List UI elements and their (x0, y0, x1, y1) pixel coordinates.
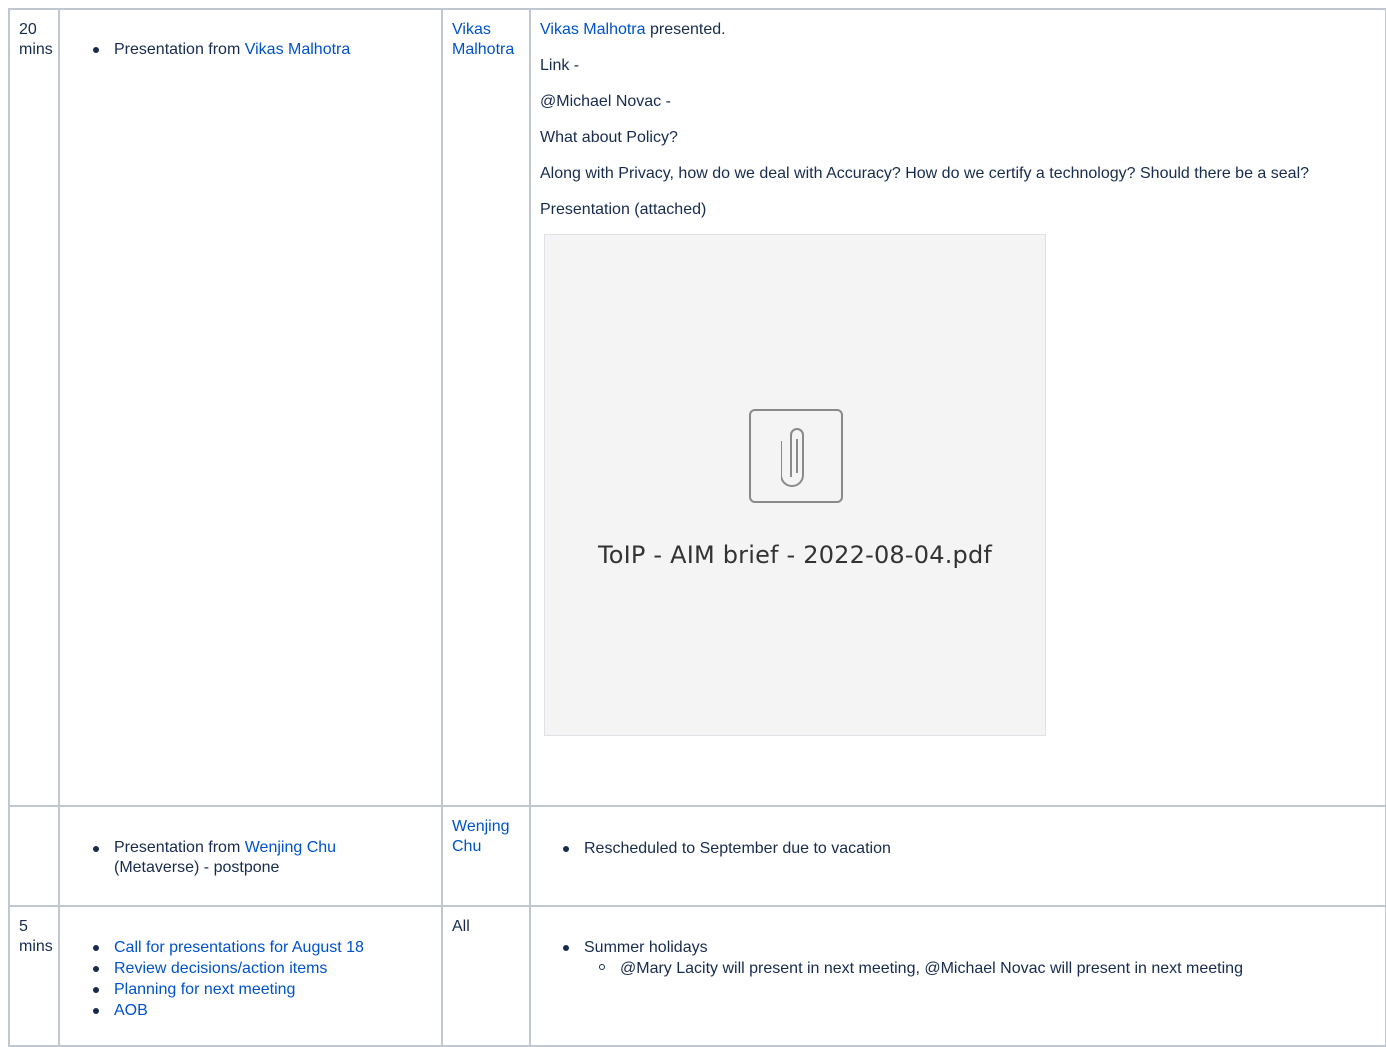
notes-list: Summer holidays @Mary Lacity will presen… (531, 937, 1385, 979)
list-item: Call for presentations for August 18 (93, 937, 441, 958)
time-value: 5 mins (19, 918, 53, 955)
who-link[interactable]: Vikas Malhotra (452, 21, 514, 58)
presenter-link[interactable]: Wenjing Chu (245, 839, 336, 856)
item-list: Call for presentations for August 18 Rev… (60, 937, 441, 1021)
list-item: Presentation from Wenjing Chu (Metaverse… (93, 838, 441, 878)
item-text: Presentation from (114, 839, 245, 856)
attachment-preview[interactable]: ToIP - AIM brief - 2022-08-04.pdf (544, 234, 1046, 736)
item-cell: Call for presentations for August 18 Rev… (58, 905, 443, 1047)
sub-list: @Mary Lacity will present in next meetin… (584, 958, 1385, 979)
table-row: 5 mins Call for presentations for August… (8, 905, 1386, 1047)
agenda-link[interactable]: AOB (114, 1002, 148, 1019)
list-item: Summer holidays @Mary Lacity will presen… (563, 937, 1385, 979)
agenda-link[interactable]: Planning for next meeting (114, 981, 295, 998)
who-cell: Wenjing Chu (441, 805, 531, 907)
notes-cell: Rescheduled to September due to vacation (529, 805, 1386, 907)
time-cell (8, 805, 60, 907)
policy-line: What about Policy? (540, 129, 678, 146)
who-link[interactable]: Wenjing Chu (452, 818, 510, 855)
notes-list: Rescheduled to September due to vacation (531, 838, 1385, 859)
notes-cell: Summer holidays @Mary Lacity will presen… (529, 905, 1386, 1047)
presentation-line: Presentation (attached) (540, 201, 707, 218)
list-item: Presentation from Vikas Malhotra (93, 39, 441, 60)
item-cell: Presentation from Wenjing Chu (Metaverse… (58, 805, 443, 907)
notes-cell: Vikas Malhotra presented. Link - @Michae… (529, 8, 1386, 807)
item-list: Presentation from Vikas Malhotra (60, 39, 441, 60)
agenda-link[interactable]: Call for presentations for August 18 (114, 939, 364, 956)
list-item: Review decisions/action items (93, 958, 441, 979)
sub-list-item: @Mary Lacity will present in next meetin… (599, 958, 1385, 979)
item-list: Presentation from Wenjing Chu (Metaverse… (60, 838, 441, 878)
paperclip-icon (749, 409, 843, 503)
item-suffix: (Metaverse) - postpone (114, 859, 280, 876)
table-row: Presentation from Wenjing Chu (Metaverse… (8, 805, 1386, 907)
table-row: 20 mins Presentation from Vikas Malhotra… (8, 8, 1386, 807)
note-text: Summer holidays (584, 939, 708, 956)
agenda-link[interactable]: Review decisions/action items (114, 960, 327, 977)
who-text: All (452, 918, 470, 935)
question-line: Along with Privacy, how do we deal with … (540, 165, 1310, 182)
presenter-link[interactable]: Vikas Malhotra (540, 21, 646, 38)
presenter-link[interactable]: Vikas Malhotra (245, 41, 351, 58)
item-text: Presentation from (114, 41, 245, 58)
mention-line: @Michael Novac - (540, 93, 671, 110)
agenda-table: 20 mins Presentation from Vikas Malhotra… (8, 8, 1386, 1047)
link-line: Link - (540, 57, 580, 74)
time-cell: 20 mins (8, 8, 60, 807)
item-cell: Presentation from Vikas Malhotra (58, 8, 443, 807)
list-item: Planning for next meeting (93, 979, 441, 1000)
presented-line: Vikas Malhotra presented. (540, 20, 1377, 40)
time-value (10, 807, 58, 825)
time-value: 20 mins (19, 21, 53, 58)
list-item: Rescheduled to September due to vacation (563, 838, 1385, 859)
list-item: AOB (93, 1000, 441, 1021)
who-cell: All (441, 905, 531, 1047)
who-cell: Vikas Malhotra (441, 8, 531, 807)
presented-text: presented. (645, 21, 726, 38)
attachment-filename: ToIP - AIM brief - 2022-08-04.pdf (597, 541, 993, 569)
time-cell: 5 mins (8, 905, 60, 1047)
